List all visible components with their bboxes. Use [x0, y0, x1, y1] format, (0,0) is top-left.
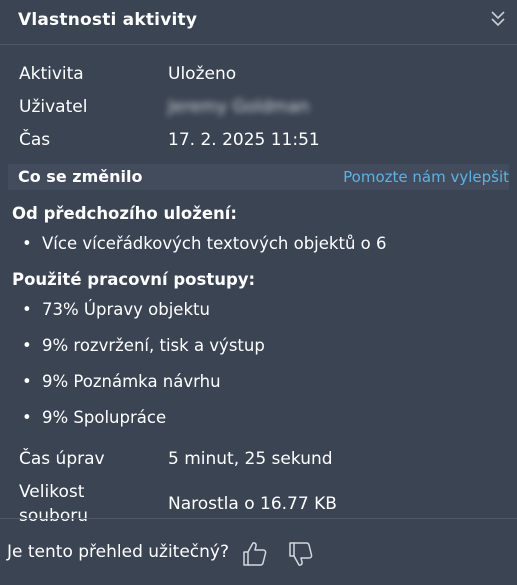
list-item: • Více víceřádkových textových objektů o …	[22, 234, 387, 253]
double-chevron-down-icon[interactable]	[489, 9, 507, 29]
file-size-value: Narostla o 16.77 KB	[168, 494, 337, 514]
since-last-save-heading: Od předchozího uložení:	[12, 204, 238, 223]
activity-value: Uloženo	[168, 64, 237, 84]
activity-label: Aktivita	[19, 64, 84, 84]
panel-title: Vlastnosti aktivity	[18, 10, 198, 30]
time-value: 17. 2. 2025 11:51	[168, 130, 320, 150]
changes-section-bar: Co se změnilo Pomozte nám vylepšit	[8, 164, 509, 190]
file-size-label-line1: Velikost	[19, 482, 85, 502]
list-item: • 73% Úpravy objektu	[22, 300, 210, 319]
help-improve-link[interactable]: Pomozte nám vylepšit	[343, 166, 509, 188]
time-label: Čas	[19, 130, 51, 150]
panel-header: Vlastnosti aktivity	[0, 0, 517, 45]
user-value: Jeremy Goldman	[168, 97, 310, 117]
edit-time-value: 5 minut, 25 sekund	[168, 449, 333, 469]
workflows-heading: Použité pracovní postupy:	[12, 270, 256, 289]
thumbs-down-icon[interactable]	[286, 539, 316, 569]
feedback-footer: Je tento přehled užitečný?	[0, 518, 517, 585]
list-item: • 9% Poznámka návrhu	[22, 372, 221, 391]
user-label: Uživatel	[19, 97, 88, 117]
thumbs-up-icon[interactable]	[240, 539, 270, 569]
changes-section-title: Co se změnilo	[18, 167, 143, 186]
feedback-question: Je tento přehled užitečný?	[7, 542, 230, 562]
edit-time-label: Čas úprav	[19, 449, 105, 469]
list-item: • 9% Spolupráce	[22, 408, 167, 427]
list-item: • 9% rozvržení, tisk a výstup	[22, 336, 265, 355]
